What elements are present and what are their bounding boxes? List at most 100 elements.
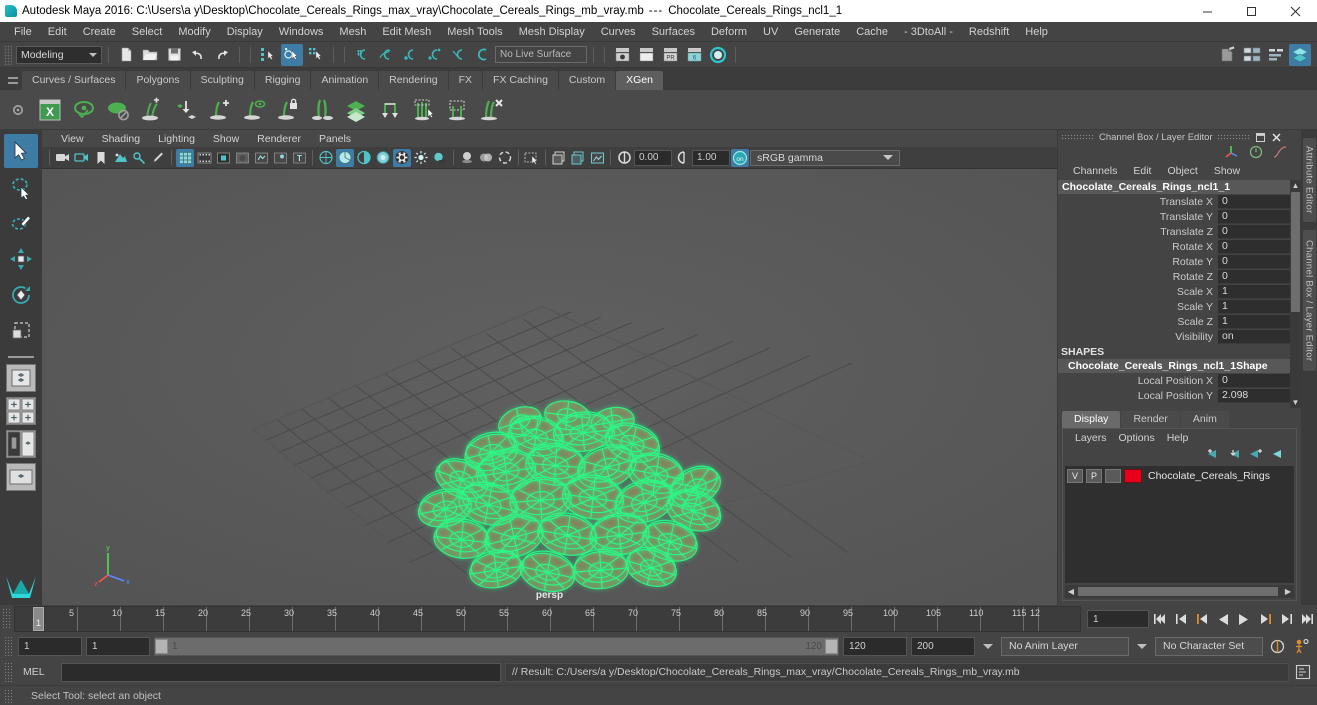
close-panel-button[interactable] bbox=[1271, 131, 1283, 143]
select-tool-button[interactable] bbox=[4, 134, 38, 168]
speed-dial-icon[interactable] bbox=[1249, 145, 1263, 162]
xgen-disable-preview-icon[interactable] bbox=[102, 93, 134, 127]
shelf-settings-button[interactable] bbox=[4, 91, 32, 129]
scrollbar-thumb[interactable] bbox=[1078, 587, 1278, 596]
shelf-options-handle[interactable] bbox=[4, 70, 22, 90]
grid-display-icon[interactable] bbox=[550, 149, 568, 167]
shelf-tab-sculpting[interactable]: Sculpting bbox=[190, 71, 254, 90]
persp-viewport[interactable]: y x z persp bbox=[42, 169, 1057, 605]
color-management-icon[interactable]: on bbox=[731, 148, 749, 167]
anim-layer-dropdown[interactable]: No Anim Layer bbox=[1001, 636, 1129, 656]
menu-help[interactable]: Help bbox=[1017, 24, 1056, 40]
menu-set-dropdown[interactable]: Modeling bbox=[16, 45, 102, 64]
render-settings-icon[interactable]: PR bbox=[659, 44, 681, 66]
layer-menu-help[interactable]: Help bbox=[1161, 431, 1195, 445]
xray-joints-icon[interactable] bbox=[252, 149, 270, 167]
minimize-button[interactable] bbox=[1185, 0, 1229, 22]
viewport-menu-panels[interactable]: Panels bbox=[310, 132, 360, 146]
texture-border-icon[interactable]: T bbox=[290, 149, 308, 167]
menu-deform[interactable]: Deform bbox=[703, 24, 755, 40]
range-slider-drag-handle[interactable] bbox=[4, 636, 14, 656]
menu-mesh-tools[interactable]: Mesh Tools bbox=[439, 24, 510, 40]
channelbox-menu-show[interactable]: Show bbox=[1207, 164, 1247, 178]
rotate-tool-button[interactable] bbox=[4, 278, 38, 312]
xgen-add-guide-plus-icon[interactable] bbox=[204, 93, 236, 127]
attr-value[interactable]: 1 bbox=[1218, 299, 1290, 314]
xgen-guide-eye-icon[interactable] bbox=[238, 93, 270, 127]
gamma-icon[interactable] bbox=[673, 149, 691, 167]
move-tool-button[interactable] bbox=[4, 242, 38, 276]
curve-icon[interactable] bbox=[1273, 145, 1287, 162]
exposure-icon[interactable] bbox=[615, 149, 633, 167]
menu-windows[interactable]: Windows bbox=[271, 24, 332, 40]
step-back-key-button[interactable] bbox=[1171, 609, 1191, 629]
dock-tab-channel-box[interactable]: Channel Box / Layer Editor bbox=[1302, 229, 1316, 371]
snap-to-grid-icon[interactable] bbox=[351, 44, 373, 66]
command-line-drag-handle[interactable] bbox=[4, 662, 13, 682]
four-pane-layout-button[interactable] bbox=[6, 397, 36, 425]
panel-drag-handle[interactable] bbox=[1061, 133, 1095, 141]
exposure-field[interactable]: 0.00 bbox=[634, 149, 672, 166]
view-gate-icon[interactable] bbox=[588, 149, 606, 167]
isolate-select-icon[interactable] bbox=[523, 149, 541, 167]
layer-row[interactable]: V P Chocolate_Cereals_Rings bbox=[1065, 466, 1294, 483]
two-pane-layout-button[interactable] bbox=[6, 430, 36, 458]
xgen-convert-guides-icon[interactable] bbox=[374, 93, 406, 127]
layer-menu-layers[interactable]: Layers bbox=[1069, 431, 1113, 445]
channel-row-translate-z[interactable]: Translate Z 0 bbox=[1058, 224, 1290, 239]
menu-edit[interactable]: Edit bbox=[40, 24, 75, 40]
shelf-tab-xgen[interactable]: XGen bbox=[616, 71, 663, 90]
xgen-select-guides-icon[interactable] bbox=[408, 93, 440, 127]
play-backwards-button[interactable] bbox=[1213, 609, 1233, 629]
channel-row-scale-x[interactable]: Scale X 1 bbox=[1058, 284, 1290, 299]
persp-outliner-layout-button[interactable] bbox=[6, 463, 36, 491]
menu-file[interactable]: File bbox=[6, 24, 40, 40]
layer-color-swatch[interactable] bbox=[1124, 468, 1142, 483]
shelf-tab-fx[interactable]: FX bbox=[448, 71, 483, 90]
shelf-tab-rendering[interactable]: Rendering bbox=[379, 71, 448, 90]
film-gate-2-icon[interactable] bbox=[569, 149, 587, 167]
character-set-dropdown[interactable]: No Character Set bbox=[1155, 636, 1263, 656]
tab-render[interactable]: Render bbox=[1121, 411, 1180, 428]
use-default-material-icon[interactable] bbox=[374, 149, 392, 167]
channel-box-scrollbar[interactable]: ▲ ▼ bbox=[1290, 180, 1301, 408]
menu-edit-mesh[interactable]: Edit Mesh bbox=[374, 24, 439, 40]
channel-row-scale-y[interactable]: Scale Y 1 bbox=[1058, 299, 1290, 314]
gate-mask-icon[interactable] bbox=[233, 149, 251, 167]
menu-modify[interactable]: Modify bbox=[170, 24, 218, 40]
scroll-left-icon[interactable]: ◀ bbox=[1065, 587, 1077, 596]
shadows-icon[interactable] bbox=[431, 149, 449, 167]
menu-create[interactable]: Create bbox=[75, 24, 124, 40]
attr-value[interactable]: on bbox=[1218, 329, 1290, 344]
snap-to-view-plane-icon[interactable] bbox=[447, 44, 469, 66]
xgen-layers-icon[interactable] bbox=[340, 93, 372, 127]
time-slider[interactable]: 1 5 10 15 20 25 30 35 40 45 50 55 60 65 … bbox=[14, 606, 1081, 632]
xgen-place-guide-icon[interactable] bbox=[170, 93, 202, 127]
xgen-region-select-icon[interactable] bbox=[442, 93, 474, 127]
snap-to-point-icon[interactable] bbox=[399, 44, 421, 66]
script-editor-button[interactable] bbox=[1293, 662, 1313, 682]
select-camera-icon[interactable] bbox=[54, 149, 72, 167]
shelf-tab-custom[interactable]: Custom bbox=[558, 71, 616, 90]
xgen-lock-guide-icon[interactable] bbox=[272, 93, 304, 127]
gamma-field[interactable]: 1.00 bbox=[692, 149, 730, 166]
menu-3dtoall[interactable]: - 3DtoAll - bbox=[896, 24, 961, 40]
attr-value[interactable]: 1 bbox=[1218, 284, 1290, 299]
make-live-icon[interactable] bbox=[471, 44, 493, 66]
viewport-menu-view[interactable]: View bbox=[52, 132, 93, 146]
xray-icon[interactable] bbox=[271, 149, 289, 167]
toggle-uv-editor-icon[interactable] bbox=[1217, 44, 1239, 66]
render-view-icon[interactable] bbox=[707, 44, 729, 66]
layer-menu-options[interactable]: Options bbox=[1113, 431, 1161, 445]
channelbox-menu-object[interactable]: Object bbox=[1160, 164, 1204, 178]
menu-mesh[interactable]: Mesh bbox=[331, 24, 374, 40]
grease-pencil-icon[interactable] bbox=[149, 149, 167, 167]
viewport-menu-shading[interactable]: Shading bbox=[93, 132, 150, 146]
new-layer-icon[interactable] bbox=[1272, 448, 1286, 463]
tab-display[interactable]: Display bbox=[1062, 411, 1121, 428]
render-current-frame-icon[interactable] bbox=[611, 44, 633, 66]
menu-generate[interactable]: Generate bbox=[786, 24, 848, 40]
character-set-chevron-down-icon[interactable] bbox=[1137, 643, 1147, 649]
help-line-drag-handle[interactable] bbox=[4, 688, 13, 703]
toggle-tool-settings-icon[interactable] bbox=[1265, 44, 1287, 66]
